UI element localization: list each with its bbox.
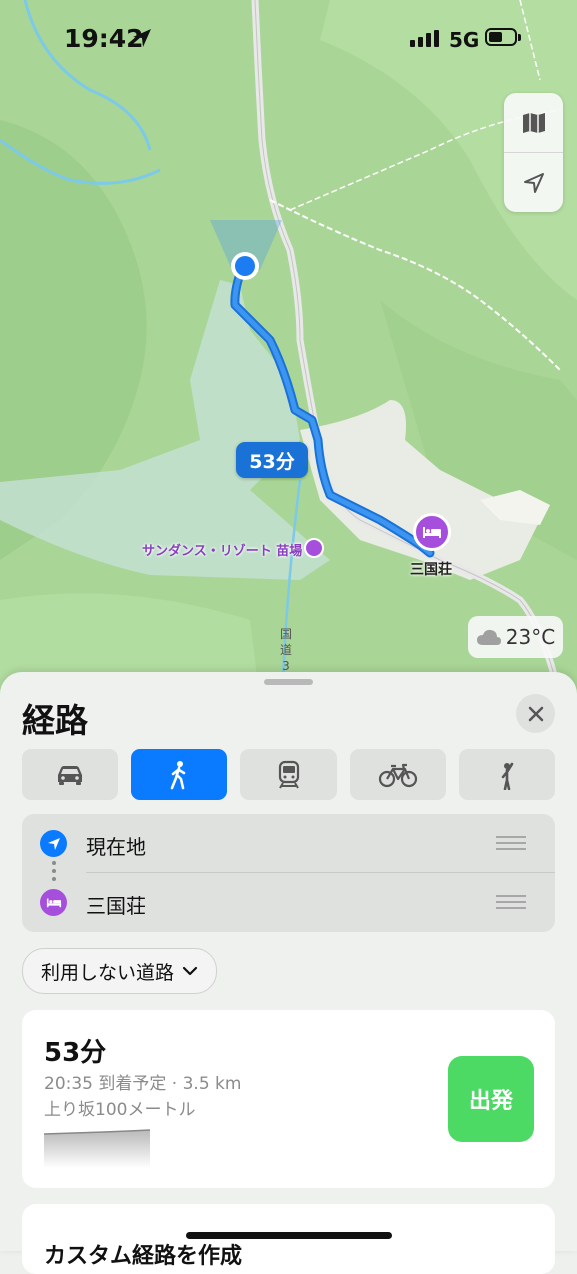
destination-label: 三国荘 xyxy=(410,562,452,578)
network-type: 5G xyxy=(449,28,480,52)
waypoint-destination-label: 三国荘 xyxy=(86,894,146,918)
route-number-char: 国 xyxy=(279,627,292,641)
route-number-char: 道 xyxy=(279,643,292,657)
location-services-icon xyxy=(133,29,151,47)
waypoint-list: 現在地 三国荘 xyxy=(22,814,555,932)
directions-sheet: 経路 現在地 三国荘 利用しない道路 53分 20:35 到着予定 · 3.5 … xyxy=(0,672,577,1274)
go-button[interactable]: 出発 xyxy=(448,1056,534,1142)
car-icon xyxy=(58,765,83,785)
bicycle-icon xyxy=(378,763,417,787)
route-arrival-distance: 20:35 到着予定 · 3.5 km xyxy=(44,1074,242,1094)
eta-bubble[interactable]: 53分 xyxy=(236,442,308,478)
destination-pin[interactable] xyxy=(413,513,451,551)
chevron-down-icon xyxy=(182,966,198,976)
location-arrow-icon xyxy=(40,830,67,857)
hail-icon xyxy=(501,762,514,790)
bed-icon xyxy=(423,527,441,538)
custom-route-label: カスタム経路を作成 xyxy=(44,1244,243,1269)
map-icon xyxy=(522,112,545,133)
transport-mode-selector xyxy=(22,749,556,800)
cellular-signal-icon xyxy=(410,30,439,47)
avoid-roads-label: 利用しない道路 xyxy=(41,961,175,984)
elevation-profile-graph xyxy=(44,1129,151,1168)
home-indicator[interactable] xyxy=(186,1232,392,1239)
avoid-roads-button[interactable]: 利用しない道路 xyxy=(22,948,218,994)
cloud-icon xyxy=(476,629,501,645)
weather-badge: 23°C xyxy=(468,616,563,658)
battery-icon xyxy=(485,28,521,46)
temperature: 23°C xyxy=(505,625,556,649)
walk-icon xyxy=(170,760,186,789)
map-view[interactable] xyxy=(0,0,577,701)
sheet-title: 経路 xyxy=(22,701,88,740)
waypoint-destination[interactable]: 三国荘 xyxy=(22,873,555,932)
close-button[interactable] xyxy=(516,694,555,733)
waypoint-origin-label: 現在地 xyxy=(86,835,146,859)
route-elevation: 上り坂100メートル xyxy=(44,1100,196,1120)
sheet-grabber[interactable] xyxy=(264,679,313,685)
waypoint-origin[interactable]: 現在地 xyxy=(22,814,555,873)
status-bar: 19:42 5G xyxy=(0,0,577,70)
route-option-card[interactable]: 53分 20:35 到着予定 · 3.5 km 上り坂100メートル 出発 xyxy=(22,1010,555,1188)
mode-bike-button[interactable] xyxy=(349,749,446,800)
track-location-button[interactable] xyxy=(504,153,563,212)
custom-route-card[interactable]: カスタム経路を作成 xyxy=(22,1204,555,1274)
mode-walk-button[interactable] xyxy=(131,749,228,800)
location-arrow-outline-icon xyxy=(523,172,544,193)
map-controls xyxy=(504,93,563,212)
route-duration: 53分 xyxy=(44,1038,107,1068)
mode-transit-button[interactable] xyxy=(240,749,337,800)
mode-car-button[interactable] xyxy=(22,749,119,800)
map-mode-button[interactable] xyxy=(504,93,563,152)
train-icon xyxy=(278,760,299,789)
drag-handle-icon[interactable] xyxy=(496,836,526,854)
poi-label[interactable]: サンダンス・リゾート 苗場 xyxy=(142,540,302,559)
poi-hotel-icon[interactable] xyxy=(304,538,324,558)
mode-rideshare-button[interactable] xyxy=(458,749,556,800)
drag-handle-icon[interactable] xyxy=(496,895,526,913)
close-icon xyxy=(528,706,543,721)
bed-icon xyxy=(40,889,67,916)
